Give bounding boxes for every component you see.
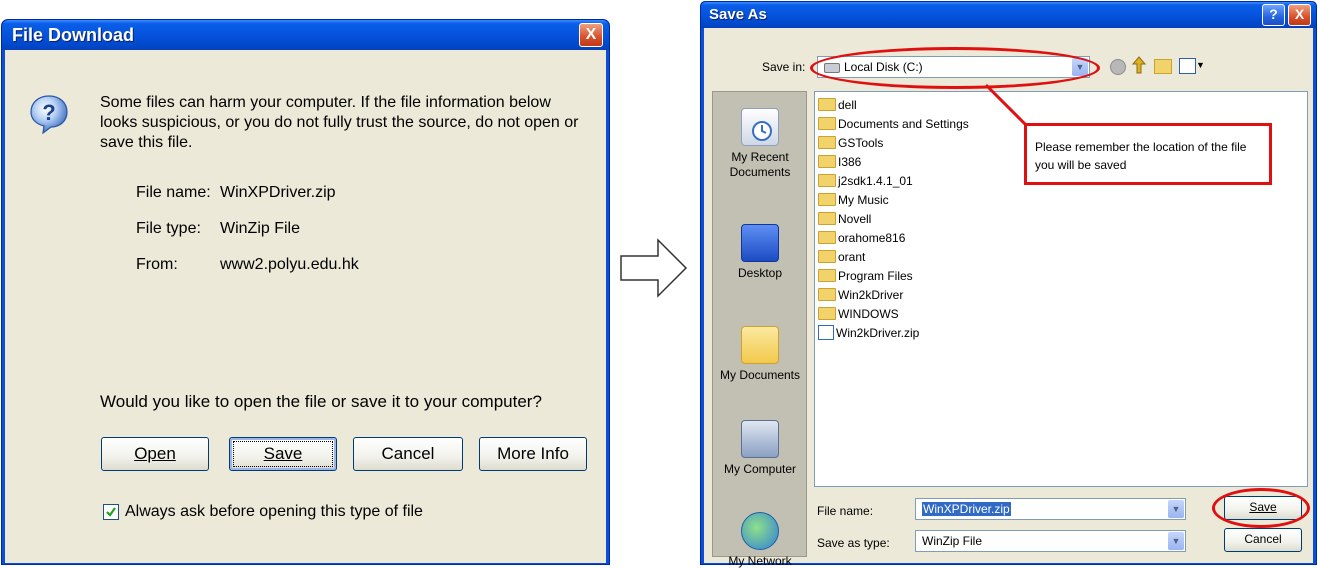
save-as-title: Save As [709, 6, 767, 23]
chevron-down-icon[interactable]: ▼ [1168, 500, 1184, 518]
folder-icon [818, 136, 836, 150]
from-value: www2.polyu.edu.hk [220, 256, 359, 273]
save-button-label: Save [263, 444, 303, 463]
help-icon[interactable]: ? [1262, 4, 1285, 26]
save-as-type-label: Save as type: [817, 536, 890, 550]
right-arrow-icon [620, 238, 688, 298]
new-folder-icon[interactable] [1154, 59, 1172, 74]
annotation-box: Please remember the location of the file… [1024, 123, 1272, 185]
place-my-computer[interactable]: My Computer [712, 420, 808, 477]
list-item[interactable]: j2sdk1.4.1_01 [818, 172, 969, 191]
zip-file-icon [818, 325, 834, 341]
list-item[interactable]: GSTools [818, 134, 969, 153]
warning-line-3: save this file. [100, 134, 193, 151]
open-button[interactable]: Open [101, 437, 209, 471]
list-item[interactable]: Win2kDriver.zip [818, 324, 969, 343]
desktop-icon [741, 224, 779, 262]
file-type-value: WinZip File [220, 220, 301, 237]
my-computer-icon [741, 420, 779, 458]
place-desktop-label: Desktop [737, 266, 783, 280]
views-menu-icon[interactable] [1179, 58, 1196, 74]
file-download-titlebar[interactable]: File Download X [2, 20, 609, 50]
place-desktop[interactable]: Desktop [712, 224, 808, 281]
place-recent-documents-label: My Recent Documents [729, 150, 791, 179]
file-name-input[interactable]: WinXPDriver.zip ▼ [915, 498, 1186, 520]
cancel-button-label: Cancel [381, 444, 435, 463]
place-my-network[interactable]: My Network [712, 512, 808, 569]
file-download-client: ? Some files can harm your computer. If … [5, 50, 606, 563]
place-my-documents[interactable]: My Documents [712, 326, 808, 383]
save-as-cancel-button[interactable]: Cancel [1224, 528, 1302, 552]
open-button-label: Open [134, 444, 176, 463]
folder-icon [818, 174, 836, 188]
question-text: Would you like to open the file or save … [100, 392, 542, 411]
file-download-dialog: File Download X ? Some files can harm yo… [1, 19, 610, 565]
folder-icon [818, 212, 836, 226]
list-item[interactable]: WINDOWS [818, 305, 969, 324]
file-name-value: WinXPDriver.zip [220, 184, 336, 201]
list-item[interactable]: orant [818, 248, 969, 267]
place-my-computer-label: My Computer [723, 462, 797, 476]
svg-text:?: ? [42, 100, 55, 125]
save-in-label: Save in: [762, 60, 806, 74]
file-list: dell Documents and Settings GSTools I386… [818, 96, 969, 343]
always-ask-label[interactable]: Always ask before opening this type of f… [125, 503, 423, 521]
from-label: From: [136, 256, 178, 273]
recent-documents-icon [741, 108, 779, 146]
more-info-button[interactable]: More Info [479, 437, 587, 471]
chevron-down-icon[interactable]: ▼ [1168, 532, 1184, 550]
warning-line-2: looks suspicious, or you do not fully tr… [100, 114, 579, 131]
question-icon: ? [30, 95, 68, 134]
save-button[interactable]: Save [229, 437, 337, 471]
save-button-highlight-ellipse [1212, 488, 1310, 528]
save-as-titlebar[interactable]: Save As ? X [701, 2, 1316, 28]
save-as-client: Save in: Local Disk (C:) ▼ ▼ My Recent D… [704, 28, 1313, 568]
place-recent-documents[interactable]: My Recent Documents [712, 108, 808, 180]
close-icon[interactable]: X [579, 23, 603, 47]
warning-line-1: Some files can harm your computer. If th… [100, 94, 551, 111]
save-as-type-dropdown[interactable]: WinZip File ▼ [915, 530, 1186, 552]
save-as-cancel-button-label: Cancel [1244, 532, 1282, 546]
close-icon[interactable]: X [1288, 4, 1311, 26]
file-name-label: File name: [136, 184, 211, 201]
folder-icon [818, 98, 836, 112]
folder-icon [818, 193, 836, 207]
place-my-documents-label: My Documents [719, 368, 801, 382]
folder-icon [818, 269, 836, 283]
always-ask-checkbox[interactable] [103, 504, 119, 520]
folder-icon [818, 155, 836, 169]
list-item[interactable]: dell [818, 96, 969, 115]
list-item[interactable]: I386 [818, 153, 969, 172]
save-as-type-value: WinZip File [922, 534, 983, 548]
file-name-value: WinXPDriver.zip [922, 502, 1011, 516]
views-dropdown-arrow-icon[interactable]: ▼ [1196, 60, 1205, 70]
checkmark-icon [106, 507, 116, 517]
list-item[interactable]: My Music [818, 191, 969, 210]
list-item[interactable]: Program Files [818, 267, 969, 286]
annotation-text: Please remember the location of the file… [1035, 140, 1247, 172]
file-type-label: File type: [136, 220, 201, 237]
folder-icon [818, 250, 836, 264]
more-info-button-label: More Info [497, 444, 569, 463]
save-as-dialog: Save As ? X Save in: Local Disk (C:) ▼ ▼… [700, 1, 1317, 568]
cancel-button[interactable]: Cancel [353, 437, 463, 471]
up-folder-icon[interactable] [1131, 56, 1147, 74]
list-item[interactable]: Win2kDriver [818, 286, 969, 305]
list-item[interactable]: orahome816 [818, 229, 969, 248]
my-documents-icon [741, 326, 779, 364]
back-icon[interactable] [1110, 59, 1126, 75]
list-item[interactable]: Novell [818, 210, 969, 229]
file-name-label: File name: [817, 504, 874, 518]
file-download-title: File Download [12, 25, 135, 45]
save-in-highlight-ellipse [810, 47, 1100, 89]
folder-icon [818, 117, 836, 131]
folder-icon [818, 288, 836, 302]
my-network-icon [741, 512, 779, 550]
folder-icon [818, 231, 836, 245]
folder-icon [818, 307, 836, 321]
list-item[interactable]: Documents and Settings [818, 115, 969, 134]
